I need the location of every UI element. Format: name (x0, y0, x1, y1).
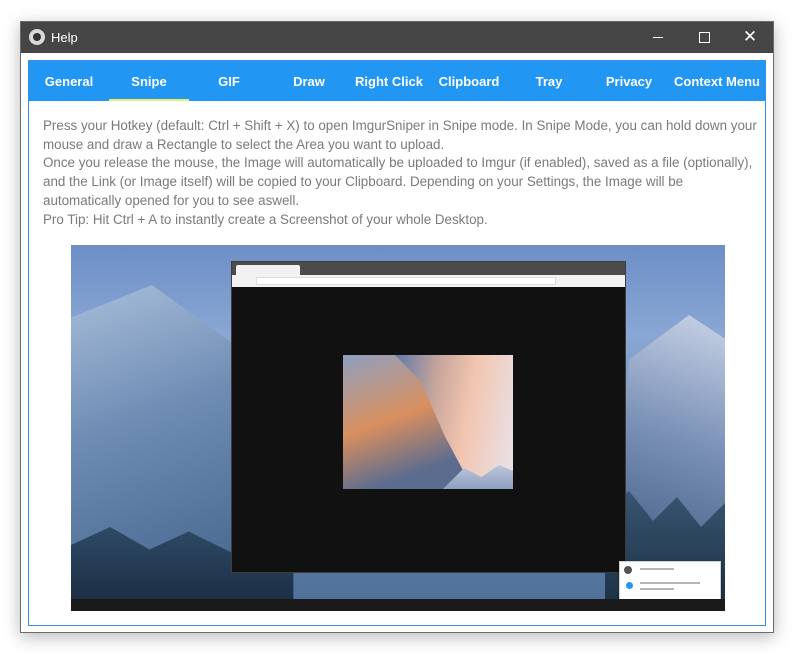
taskbar (71, 599, 725, 611)
minimize-icon (653, 37, 663, 38)
minimize-button[interactable] (635, 22, 681, 53)
browser-tab-strip (232, 262, 625, 275)
browser-address-bar (232, 275, 625, 287)
help-content: General Snipe GIF Draw Right Click Clipb… (28, 60, 766, 626)
description-paragraph: Once you release the mouse, the Image wi… (43, 155, 753, 208)
snipe-demo-screenshot (71, 245, 725, 611)
snipe-description: Press your Hotkey (default: Ctrl + Shift… (43, 117, 759, 229)
toast-text-line (640, 582, 700, 584)
check-icon (626, 582, 633, 589)
toast-text-line (640, 588, 674, 590)
toast-title-line (640, 568, 674, 570)
tab-gif[interactable]: GIF (189, 61, 269, 101)
help-window: Help ✕ General Snipe GIF Draw Right Clic… (20, 21, 774, 633)
description-paragraph: Pro Tip: Hit Ctrl + A to instantly creat… (43, 211, 488, 227)
tab-privacy[interactable]: Privacy (589, 61, 669, 101)
tab-clipboard[interactable]: Clipboard (429, 61, 509, 101)
maximize-icon (698, 32, 710, 43)
close-icon: ✕ (742, 27, 758, 47)
close-button[interactable]: ✕ (727, 22, 773, 53)
tab-bar: General Snipe GIF Draw Right Click Clipb… (29, 61, 765, 101)
browser-tab (236, 265, 300, 275)
description-paragraph: Press your Hotkey (default: Ctrl + Shift… (43, 118, 757, 152)
browser-url-field (256, 277, 556, 285)
window-title: Help (51, 30, 78, 45)
tab-right-click[interactable]: Right Click (349, 61, 429, 101)
browser-window (231, 261, 626, 573)
notification-toast (619, 561, 721, 603)
title-bar[interactable]: Help ✕ (21, 22, 773, 53)
tab-tray[interactable]: Tray (509, 61, 589, 101)
imgursniper-icon (624, 566, 632, 574)
tab-context-menu[interactable]: Context Menu (669, 61, 765, 101)
tab-draw[interactable]: Draw (269, 61, 349, 101)
app-icon (29, 29, 45, 45)
uploaded-photo (343, 355, 513, 489)
tab-snipe[interactable]: Snipe (109, 61, 189, 101)
maximize-button[interactable] (681, 22, 727, 53)
tab-general[interactable]: General (29, 61, 109, 101)
